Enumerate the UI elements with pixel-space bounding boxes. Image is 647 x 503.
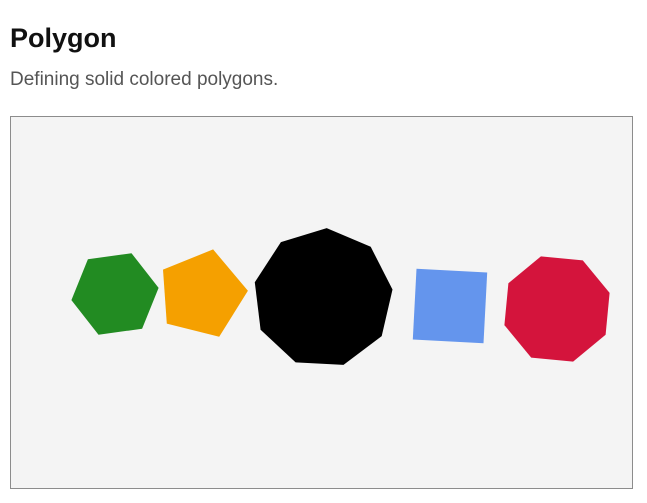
page-subtitle: Defining solid colored polygons. (10, 69, 279, 90)
polygon-canvas (10, 116, 633, 489)
nonagon-polygon (254, 228, 393, 365)
hexagon-polygon (71, 253, 159, 335)
page-title: Polygon (10, 23, 117, 53)
polygon-drawing (71, 228, 610, 365)
pentagon-polygon (163, 249, 248, 337)
square-polygon (412, 268, 488, 344)
octagon-polygon (504, 256, 610, 362)
